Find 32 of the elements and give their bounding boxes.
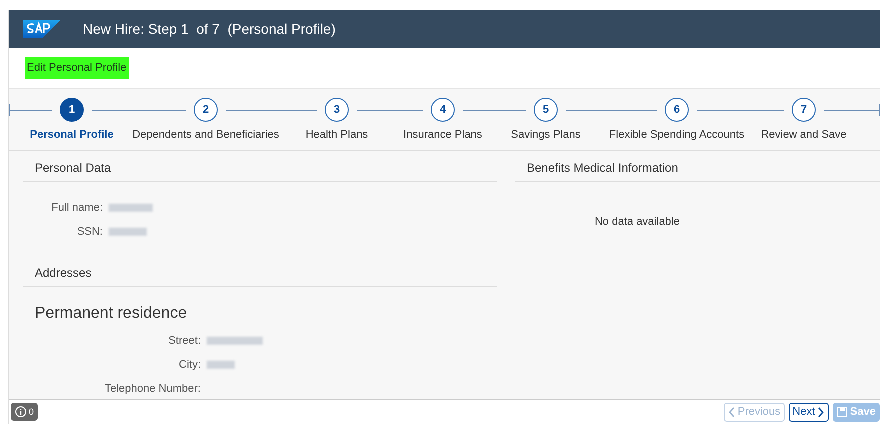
field-label: SSN: xyxy=(76,226,103,238)
step-indicator[interactable]: 7 xyxy=(792,98,816,122)
section-title: Benefits Medical Information xyxy=(515,151,880,182)
company-logo xyxy=(23,20,61,38)
info-icon xyxy=(15,406,27,418)
step-label[interactable]: Savings Plans xyxy=(497,129,595,141)
subsection-title: Permanent residence xyxy=(34,304,188,323)
step-indicator[interactable]: 4 xyxy=(431,98,455,122)
step-label[interactable]: Personal Profile xyxy=(17,129,127,141)
section-title: Addresses xyxy=(23,256,497,287)
field-label: City: xyxy=(178,359,201,371)
field-label: Street: xyxy=(168,335,201,347)
step-indicator[interactable]: 3 xyxy=(325,98,349,122)
page-subtitle: Edit Personal Profile xyxy=(25,57,129,79)
step-label[interactable]: Health Plans xyxy=(285,129,389,141)
section-title: Personal Data xyxy=(23,151,497,182)
field-label: Telephone Number: xyxy=(104,383,201,395)
step-indicator[interactable]: 6 xyxy=(665,98,689,122)
messages-button[interactable]: 0 xyxy=(11,403,38,421)
chevron-right-icon xyxy=(817,406,826,418)
next-button[interactable]: Next xyxy=(788,402,830,422)
step-label[interactable]: Review and Save xyxy=(759,129,849,141)
step-indicator[interactable]: 2 xyxy=(194,98,218,122)
window-title: New Hire: Step 1 of 7 (Personal Profile) xyxy=(83,21,336,37)
empty-message: No data available xyxy=(594,216,680,228)
step-label[interactable]: Insurance Plans xyxy=(389,129,497,141)
field-label: Full name: xyxy=(50,202,103,214)
step-label[interactable]: Dependents and Beneficiaries xyxy=(127,129,285,141)
step-indicator[interactable]: 1 xyxy=(60,98,84,122)
step-indicator[interactable]: 5 xyxy=(534,98,558,122)
chevron-left-icon xyxy=(728,406,736,418)
step-label[interactable]: Flexible Spending Accounts xyxy=(595,129,759,141)
